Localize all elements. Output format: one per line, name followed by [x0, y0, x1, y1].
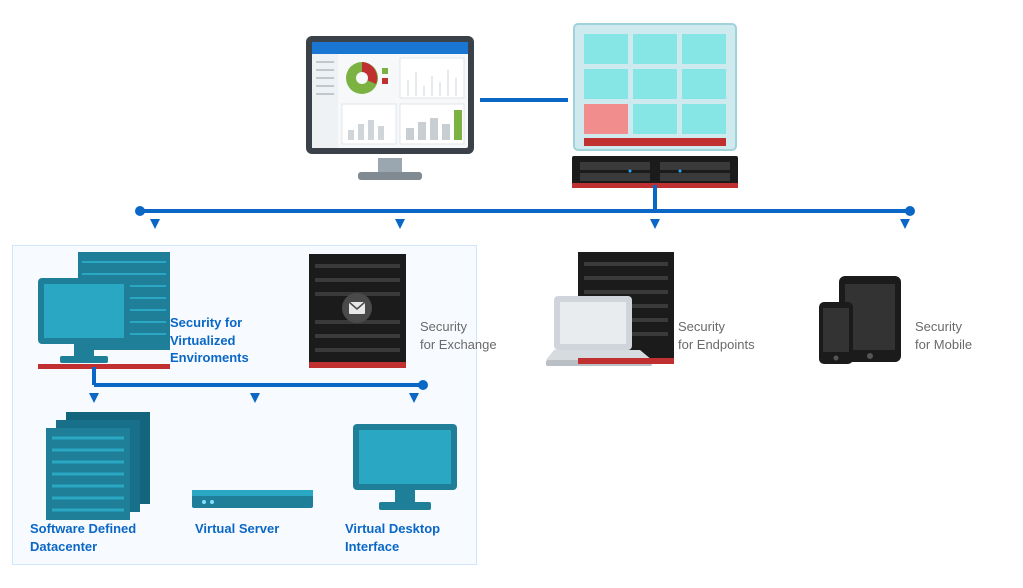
- security-appliance-icon: [570, 20, 740, 195]
- virtual-server-label: Virtual Server: [195, 520, 279, 538]
- management-console-icon: [300, 30, 480, 190]
- security-mobile-icon: [815, 272, 905, 372]
- security-endpoints-icon: [540, 248, 680, 376]
- security-mobile-label: Security for Mobile: [915, 318, 972, 353]
- virtual-desktop-interface-label: Virtual Desktop Interface: [345, 520, 440, 555]
- security-exchange-label: Security for Exchange: [420, 318, 497, 353]
- security-endpoints-label: Security for Endpoints: [678, 318, 755, 353]
- virtualized-environments-icon: [30, 248, 175, 378]
- software-defined-datacenter-icon: [40, 410, 155, 520]
- virtual-desktop-interface-icon: [345, 418, 465, 518]
- virtual-server-icon: [190, 488, 315, 512]
- security-exchange-icon: [305, 250, 410, 372]
- connector-console-to-appliance: [480, 98, 568, 102]
- software-defined-datacenter-label: Software Defined Datacenter: [30, 520, 136, 555]
- virtualized-environments-label: Security for Virtualized Enviroments: [170, 314, 280, 367]
- architecture-diagram: Security for Virtualized Enviroments Sec…: [10, 20, 1013, 568]
- bus-line-virtualized: [75, 367, 435, 407]
- bus-line-main: [130, 185, 920, 235]
